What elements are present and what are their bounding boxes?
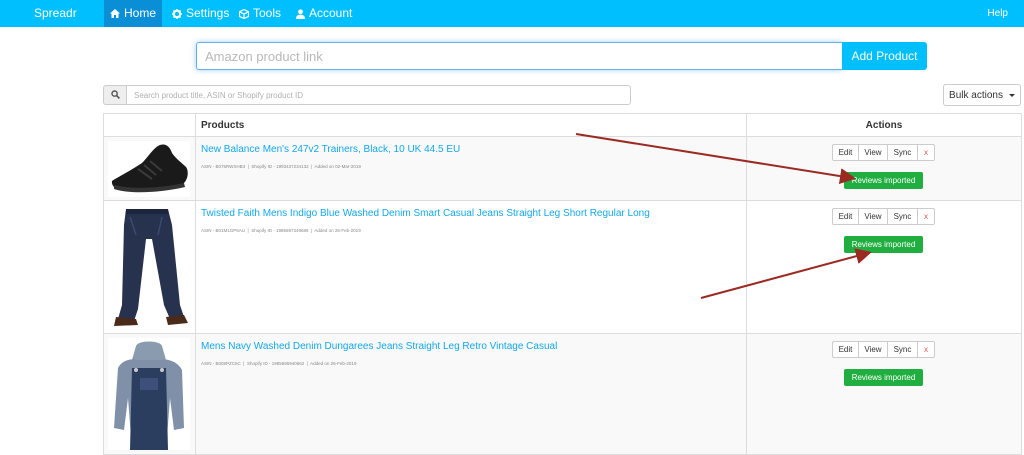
- search-icon: [110, 86, 120, 104]
- product-image[interactable]: [108, 205, 190, 329]
- reviews-imported-button[interactable]: Reviews imported: [844, 236, 923, 253]
- user-icon: [296, 8, 305, 19]
- table-row: Twisted Faith Mens Indigo Blue Washed De…: [103, 200, 1022, 334]
- product-shopify-id: Shopify ID - 1993437234132: [251, 164, 309, 169]
- product-shopify-id: Shopify ID - 1985695940662: [246, 361, 305, 366]
- product-image-cell: [103, 200, 196, 334]
- product-meta: ASIN - B075RWXHB3 | Shopify ID - 1993437…: [201, 164, 361, 169]
- search-addon: [103, 85, 126, 105]
- add-product-button[interactable]: Add Product: [842, 42, 927, 70]
- product-info-cell: Twisted Faith Mens Indigo Blue Washed De…: [195, 200, 747, 334]
- sync-button[interactable]: Sync: [887, 208, 918, 225]
- reviews-imported-button[interactable]: Reviews imported: [844, 172, 923, 189]
- image-header: [103, 113, 196, 137]
- bulk-actions-label: Bulk actions: [949, 89, 1003, 101]
- cube-icon: [239, 8, 249, 19]
- nav-settings-label: Settings: [186, 6, 230, 20]
- nav-settings[interactable]: Settings: [172, 0, 229, 27]
- product-asin: ASIN - B075RWXHB3: [201, 164, 246, 169]
- table-row: New Balance Men's 247v2 Trainers, Black,…: [103, 136, 1022, 201]
- caret-down-icon: [1008, 93, 1015, 97]
- product-meta: ASIN - B008PZC5C | Shopify ID - 19856959…: [201, 361, 357, 366]
- nav-account[interactable]: Account: [296, 0, 352, 27]
- product-added-date: Added on 26-Feb-2019: [314, 228, 361, 233]
- nav-home[interactable]: Home: [104, 0, 162, 27]
- product-title-link[interactable]: New Balance Men's 247v2 Trainers, Black,…: [201, 144, 741, 156]
- product-info-cell: Mens Navy Washed Denim Dungarees Jeans S…: [195, 333, 747, 455]
- products-header: Products: [195, 113, 747, 137]
- product-asin: ASIN - B008PZC5C: [201, 361, 241, 366]
- product-added-date: Added on 02-Mar-2019: [314, 164, 361, 169]
- remove-button[interactable]: x: [917, 208, 935, 225]
- nav-tools[interactable]: Tools: [239, 0, 281, 27]
- brand-logo[interactable]: Spreadr: [34, 0, 77, 27]
- product-image-cell: [103, 333, 196, 455]
- actions-cell: Edit View Sync x Reviews imported: [746, 333, 1022, 455]
- actions-header: Actions: [746, 113, 1022, 137]
- product-image-cell: [103, 136, 196, 201]
- nav-account-label: Account: [309, 6, 353, 20]
- gear-icon: [172, 8, 182, 19]
- nav-home-label: Home: [123, 6, 156, 20]
- products-table: Products Actions New Balance Men's 247v2…: [103, 113, 1022, 455]
- action-button-group: Edit View Sync x: [832, 341, 935, 358]
- table-row: Mens Navy Washed Denim Dungarees Jeans S…: [103, 333, 1022, 455]
- bulk-actions-dropdown[interactable]: Bulk actions: [943, 84, 1021, 106]
- table-header-row: Products Actions: [103, 113, 1022, 137]
- edit-button[interactable]: Edit: [832, 341, 859, 358]
- search-group: [103, 85, 631, 105]
- product-added-date: Added on 26-Feb-2019: [310, 361, 357, 366]
- nav-tools-label: Tools: [253, 6, 282, 20]
- actions-cell: Edit View Sync x Reviews imported: [746, 136, 1022, 201]
- product-shopify-id: Shopify ID - 1985697349686: [251, 228, 309, 233]
- action-button-group: Edit View Sync x: [832, 208, 935, 225]
- product-asin: ASIN - B01M1GP6AU: [201, 228, 246, 233]
- product-title-link[interactable]: Mens Navy Washed Denim Dungarees Jeans S…: [201, 341, 741, 353]
- add-product-group: Add Product: [196, 42, 927, 70]
- amazon-link-input[interactable]: [196, 42, 842, 70]
- view-button[interactable]: View: [858, 341, 888, 358]
- remove-button[interactable]: x: [917, 341, 935, 358]
- help-link[interactable]: Help: [987, 0, 1008, 27]
- remove-button[interactable]: x: [917, 144, 935, 161]
- sync-button[interactable]: Sync: [887, 144, 918, 161]
- action-button-group: Edit View Sync x: [832, 144, 935, 161]
- sync-button[interactable]: Sync: [887, 341, 918, 358]
- reviews-imported-button[interactable]: Reviews imported: [844, 369, 923, 386]
- home-icon: [109, 9, 120, 18]
- top-navbar: Spreadr Home Settings Tools Account Help: [0, 0, 1024, 27]
- product-title-link[interactable]: Twisted Faith Mens Indigo Blue Washed De…: [201, 208, 741, 220]
- edit-button[interactable]: Edit: [832, 144, 859, 161]
- edit-button[interactable]: Edit: [832, 208, 859, 225]
- product-image[interactable]: [108, 141, 190, 197]
- product-meta: ASIN - B01M1GP6AU | Shopify ID - 1985697…: [201, 228, 361, 233]
- view-button[interactable]: View: [858, 208, 888, 225]
- actions-cell: Edit View Sync x Reviews imported: [746, 200, 1022, 334]
- product-info-cell: New Balance Men's 247v2 Trainers, Black,…: [195, 136, 747, 201]
- search-input[interactable]: [126, 85, 631, 105]
- view-button[interactable]: View: [858, 144, 888, 161]
- product-image[interactable]: [108, 338, 190, 450]
